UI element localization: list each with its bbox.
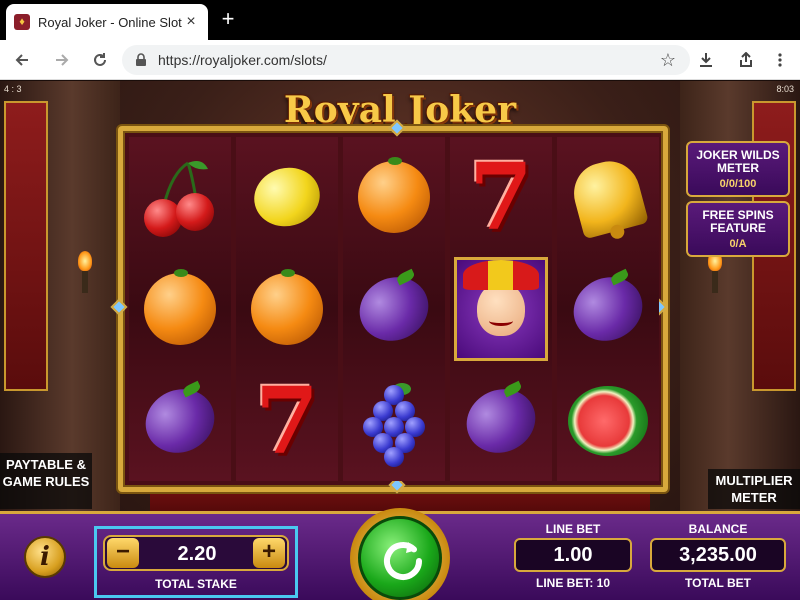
- balance-field: BALANCE 3,235.00 TOTAL BET: [650, 522, 786, 590]
- reel-cell: 7: [236, 365, 338, 477]
- reel-3: [343, 137, 445, 481]
- reels-frame: 77: [110, 119, 668, 494]
- reel-1: [129, 137, 231, 481]
- reel-cell: [450, 365, 552, 477]
- orange-icon: [251, 269, 323, 345]
- aspect-ratio-label: 4 : 3: [4, 84, 22, 94]
- plum-icon: [349, 266, 439, 352]
- control-bar: i − 2.20 + TOTAL STAKE LINE BET 1.00 LIN…: [0, 508, 800, 600]
- lemon-icon: [247, 160, 327, 234]
- reel-cell: [343, 365, 445, 477]
- reel-4: 7: [450, 137, 552, 481]
- free-spins-title: FREE SPINS FEATURE: [702, 208, 774, 235]
- info-button[interactable]: i: [24, 536, 66, 578]
- reel-cell: [557, 253, 659, 365]
- stake-value: 2.20: [177, 543, 217, 565]
- reload-button[interactable]: [88, 48, 112, 72]
- reel-5: [557, 137, 659, 481]
- reel-cell: [129, 141, 231, 253]
- line-bet-sub: LINE BET: 10: [535, 576, 610, 590]
- menu-button[interactable]: [768, 48, 792, 72]
- total-bet-label: TOTAL BET: [685, 576, 751, 590]
- line-bet-field: LINE BET 1.00 LINE BET: 10: [514, 522, 632, 590]
- clock-label: 8:03: [776, 84, 794, 94]
- url-text[interactable]: https://royaljoker.com/slots/: [158, 52, 658, 68]
- plum-icon: [135, 378, 225, 464]
- reel-cell: 7: [450, 141, 552, 253]
- browser-tab[interactable]: ♦ Royal Joker - Online Slot, 4 ×: [6, 4, 208, 40]
- orange-icon: [144, 269, 216, 345]
- plum-icon: [456, 378, 546, 464]
- site-favicon-icon: ♦: [14, 14, 30, 30]
- reel-cell: [450, 253, 552, 365]
- reel-cell: [129, 253, 231, 365]
- reel-cell: [343, 141, 445, 253]
- share-icon: [740, 52, 752, 67]
- reel-cell: [236, 141, 338, 253]
- line-bet-value[interactable]: 1.00: [514, 538, 632, 572]
- share-button[interactable]: [734, 48, 758, 72]
- reload-icon: [94, 53, 106, 66]
- reel-cell: [557, 365, 659, 477]
- forward-arrow-icon: [56, 54, 69, 66]
- cherry-icon: [142, 155, 218, 239]
- back-arrow-icon: [15, 54, 28, 66]
- joker-icon: [454, 257, 548, 361]
- browser-tab-bar: ♦ Royal Joker - Online Slot, 4 × +: [0, 0, 800, 40]
- free-spins-feature[interactable]: FREE SPINS FEATURE 0/A: [686, 201, 790, 257]
- stake-stepper: − 2.20 +: [103, 535, 289, 571]
- balance-value: 3,235.00: [650, 538, 786, 572]
- multiplier-meter[interactable]: MULTIPLIER METER: [708, 469, 800, 509]
- bell-icon: [567, 154, 649, 240]
- watermelon-icon: [568, 386, 648, 456]
- joker-face: [463, 260, 539, 336]
- download-button[interactable]: [694, 48, 718, 72]
- tab-close-button[interactable]: ×: [182, 13, 200, 31]
- tab-title: Royal Joker - Online Slot, 4: [38, 14, 182, 30]
- stake-label: TOTAL STAKE: [155, 577, 237, 591]
- lock-icon: [136, 53, 146, 66]
- bookmark-star-icon[interactable]: ☆: [658, 50, 678, 70]
- orange-icon: [358, 157, 430, 233]
- line-bet-label: LINE BET: [545, 522, 601, 536]
- grapes-icon: [359, 381, 429, 467]
- joker-meter-value: 0/0/100: [719, 178, 757, 190]
- download-icon: [700, 53, 712, 67]
- spin-arrow-icon: [384, 542, 422, 580]
- reel-cell: [236, 253, 338, 365]
- back-button[interactable]: [10, 48, 34, 72]
- plum-icon: [563, 266, 653, 352]
- joker-meter-title: JOKER WILDS METER: [696, 148, 780, 175]
- decrease-stake-button[interactable]: −: [107, 538, 139, 568]
- increase-stake-button[interactable]: +: [253, 538, 285, 568]
- free-spins-value: 0/A: [729, 238, 747, 250]
- seven-icon: 7: [254, 367, 319, 475]
- more-vert-icon: [778, 53, 782, 67]
- torch-left-icon: [78, 251, 92, 293]
- spin-button-face: [358, 516, 442, 600]
- total-stake-control: − 2.20 + TOTAL STAKE: [94, 526, 298, 598]
- torch-right-icon: [708, 251, 722, 293]
- joker-wilds-meter[interactable]: JOKER WILDS METER 0/0/100: [686, 141, 790, 197]
- balance-label: BALANCE: [688, 522, 748, 536]
- seven-icon: 7: [468, 143, 533, 251]
- reel-cell: [557, 141, 659, 253]
- address-bar[interactable]: https://royaljoker.com/slots/ ☆: [122, 45, 690, 75]
- browser-toolbar: https://royaljoker.com/slots/ ☆: [0, 40, 800, 80]
- forward-button[interactable]: [50, 48, 74, 72]
- paytable-button[interactable]: PAYTABLE & GAME RULES: [0, 453, 92, 509]
- new-tab-button[interactable]: +: [216, 8, 240, 32]
- banner-left: [4, 101, 48, 391]
- spin-button[interactable]: [350, 508, 450, 600]
- reel-2: 7: [236, 137, 338, 481]
- reel-cell: [343, 253, 445, 365]
- slot-game: 4 : 3 8:03 Royal Joker 77 JOKER WILDS ME…: [0, 81, 800, 600]
- reel-cell: [129, 365, 231, 477]
